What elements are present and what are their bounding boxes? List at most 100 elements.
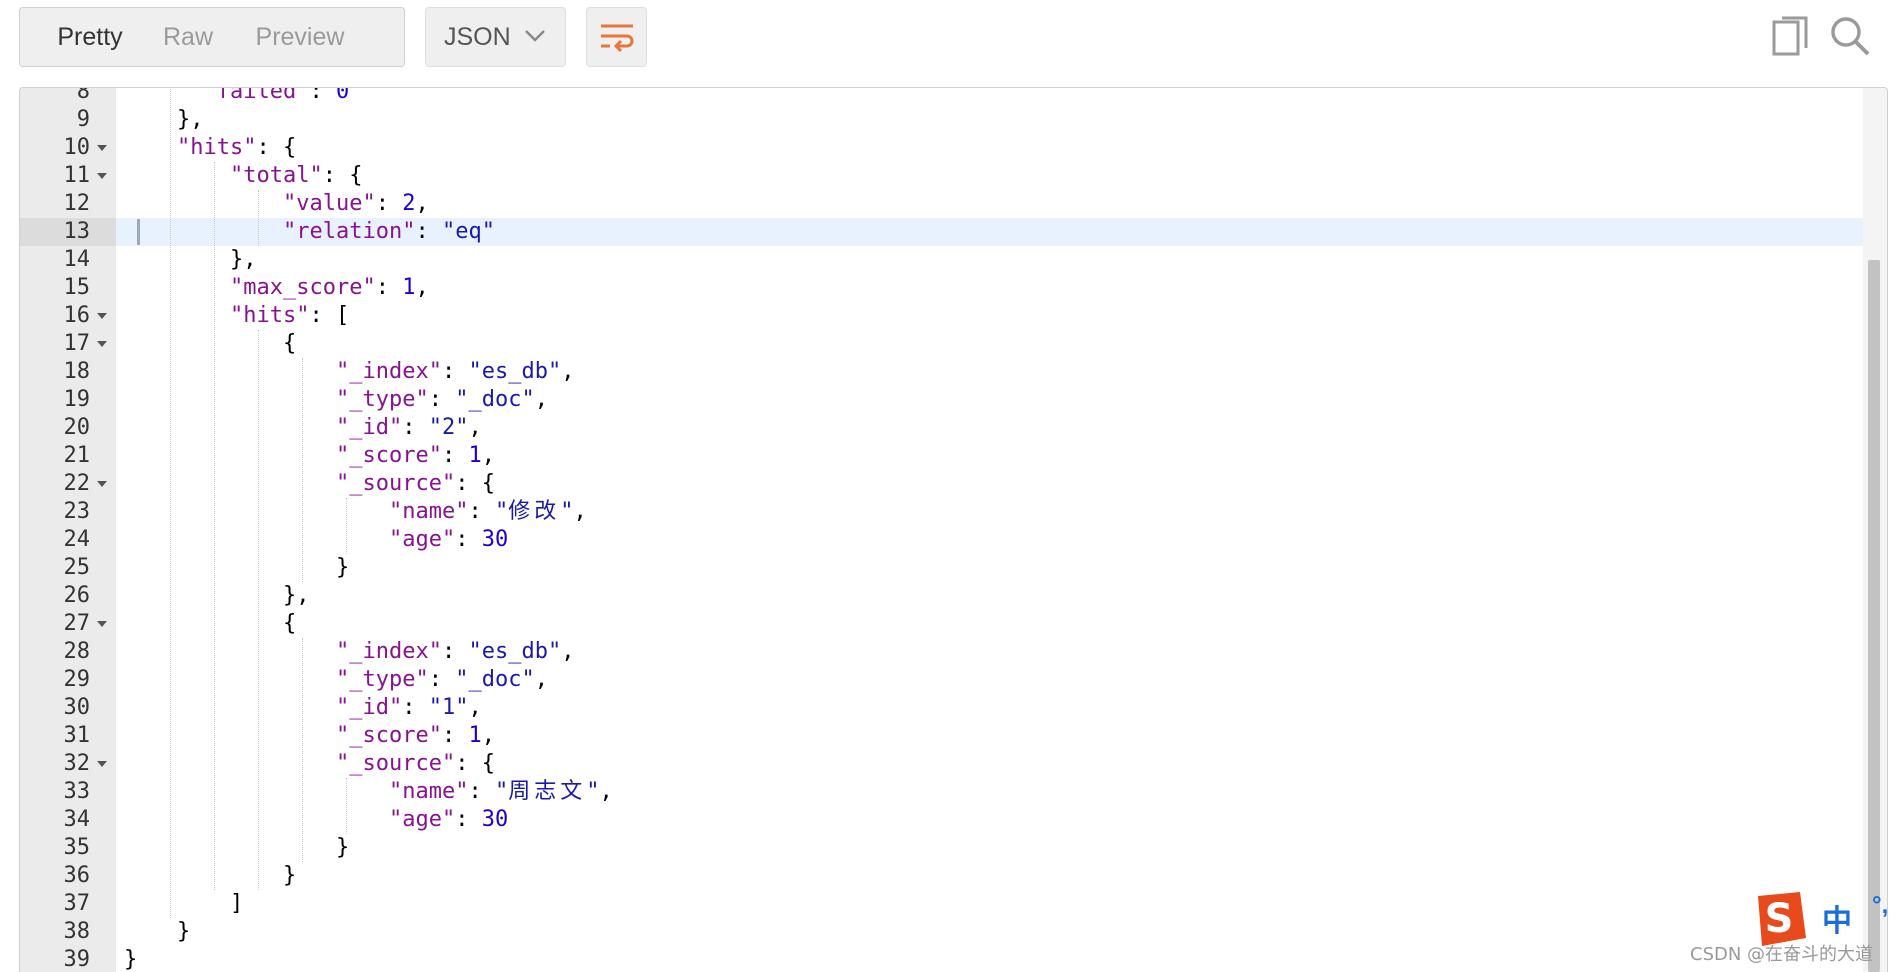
json-punctuation: : { xyxy=(322,163,363,188)
code-line: 27 { xyxy=(20,610,1887,638)
fold-toggle-icon[interactable] xyxy=(97,481,107,487)
json-punctuation: , xyxy=(561,359,575,384)
code-line: 9}, xyxy=(20,106,1887,134)
tab-pretty[interactable]: Pretty xyxy=(20,7,146,67)
json-string: 周志文 xyxy=(508,779,587,804)
json-key: "_source" xyxy=(336,751,456,776)
code-line: 29 "_type": "_doc", xyxy=(20,666,1887,694)
tab-preview[interactable]: Preview xyxy=(230,7,370,67)
search-icon[interactable] xyxy=(1828,14,1872,58)
line-number: 23 xyxy=(63,499,91,524)
line-number: 11 xyxy=(63,163,91,188)
json-punctuation: : xyxy=(441,639,469,664)
json-number: 1 xyxy=(468,723,482,748)
json-punctuation: , xyxy=(573,499,587,524)
json-key: "hits" xyxy=(177,135,257,160)
json-punctuation: : xyxy=(415,219,442,244)
json-number: 30 xyxy=(481,807,509,832)
copy-icon[interactable] xyxy=(1772,16,1810,58)
json-key: "value" xyxy=(283,191,376,216)
line-number: 35 xyxy=(63,835,91,860)
json-punctuation: : xyxy=(428,387,456,412)
line-number: 39 xyxy=(63,947,91,972)
code-line: 34 "age": 30 xyxy=(20,806,1887,834)
chevron-down-icon xyxy=(525,30,545,42)
line-number: 30 xyxy=(63,695,91,720)
format-select[interactable]: JSON xyxy=(425,7,566,67)
code-text: }, xyxy=(230,246,257,274)
scrollbar-thumb[interactable] xyxy=(1868,260,1880,972)
indent-guide xyxy=(302,638,303,862)
json-key: "total" xyxy=(230,163,323,188)
line-number: 38 xyxy=(63,919,91,944)
line-number: 13 xyxy=(20,218,116,246)
code-text: "_id": "2", xyxy=(336,414,482,442)
fold-toggle-icon[interactable] xyxy=(97,341,107,347)
json-key: "age" xyxy=(389,527,456,552)
json-punctuation: , xyxy=(599,779,613,804)
code-text: "_type": "_doc", xyxy=(336,666,548,694)
line-number: 8 xyxy=(76,87,90,104)
code-text: "max_score": 1, xyxy=(230,274,429,302)
line-number: 34 xyxy=(63,807,91,832)
json-string: "2" xyxy=(428,415,469,440)
response-toolbar: Pretty Raw Preview JSON xyxy=(0,0,1896,86)
code-text: "_index": "es_db", xyxy=(336,358,574,386)
code-text: { xyxy=(283,610,296,638)
json-key: "max_score" xyxy=(230,275,376,300)
line-number: 10 xyxy=(63,135,91,160)
json-string: "es_db" xyxy=(468,359,562,384)
json-punctuation: ] xyxy=(230,891,244,916)
code-line: 19 "_type": "_doc", xyxy=(20,386,1887,414)
json-string: "_doc" xyxy=(455,387,535,412)
code-line: 32 "_source": { xyxy=(20,750,1887,778)
code-line: 25} xyxy=(20,554,1887,582)
json-key: "hits" xyxy=(230,303,310,328)
code-text: } xyxy=(177,918,190,946)
json-string: "1" xyxy=(428,695,469,720)
code-line: 22 "_source": { xyxy=(20,470,1887,498)
code-text: "_type": "_doc", xyxy=(336,386,548,414)
code-text: "hits": [ xyxy=(230,302,349,330)
line-number: 25 xyxy=(63,555,91,580)
code-line: 24 "age": 30 xyxy=(20,526,1887,554)
json-punctuation: , xyxy=(415,275,429,300)
fold-toggle-icon[interactable] xyxy=(97,313,107,319)
json-punctuation: : xyxy=(375,191,403,216)
wrap-lines-button[interactable] xyxy=(586,7,647,67)
fold-toggle-icon[interactable] xyxy=(97,761,107,767)
code-line: 11 "total": { xyxy=(20,162,1887,190)
json-key: "_type" xyxy=(336,667,429,692)
code-line: 30 "_id": "1", xyxy=(20,694,1887,722)
indent-guide xyxy=(346,498,347,554)
json-punctuation: : xyxy=(455,807,482,832)
json-punctuation: : xyxy=(441,359,469,384)
fold-toggle-icon[interactable] xyxy=(97,145,107,151)
line-number: 16 xyxy=(63,303,91,328)
json-number: 30 xyxy=(481,527,509,552)
json-key: "_index" xyxy=(336,639,442,664)
json-string: 修改 xyxy=(508,499,561,524)
fold-toggle-icon[interactable] xyxy=(97,621,107,627)
tab-raw[interactable]: Raw xyxy=(146,7,230,67)
json-key: "_id" xyxy=(336,695,403,720)
json-string: "es_db" xyxy=(468,639,562,664)
response-body-editor[interactable]: 8 "failed": 0 9}, 10 "hits": {11 "total": {12… xyxy=(19,87,1888,972)
code-text: "failed": 0 xyxy=(204,88,350,106)
code-text: "name": "周志文", xyxy=(389,778,613,806)
code-text: { xyxy=(283,330,296,358)
code-line: 21 "_score": 1, xyxy=(20,442,1887,470)
fold-toggle-icon[interactable] xyxy=(97,173,107,179)
json-punctuation: }, xyxy=(283,583,310,608)
json-punctuation: }, xyxy=(177,107,204,132)
json-punctuation: : { xyxy=(455,471,495,496)
json-punctuation: : xyxy=(441,443,469,468)
line-number: 19 xyxy=(63,387,91,412)
json-punctuation: { xyxy=(283,331,297,356)
code-line: 16 "hits": [ xyxy=(20,302,1887,330)
wrap-lines-icon xyxy=(600,24,633,53)
json-string: " xyxy=(586,779,600,804)
line-number: 26 xyxy=(63,583,91,608)
indent-guide xyxy=(214,162,215,890)
code-text: "age": 30 xyxy=(389,806,508,834)
